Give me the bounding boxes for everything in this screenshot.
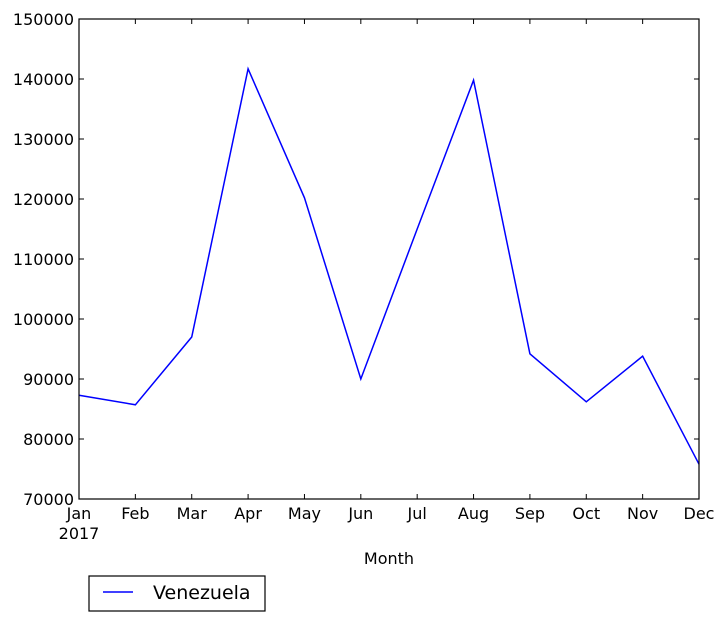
x-tick-label-feb: Feb xyxy=(121,504,149,523)
x-tick-label-may: May xyxy=(288,504,321,523)
x-tick-label-apr: Apr xyxy=(234,504,262,523)
x-tick-label-nov: Nov xyxy=(627,504,658,523)
y-tick-label: 110000 xyxy=(13,250,74,269)
x-axis-year-label: 2017 xyxy=(59,524,100,543)
x-tick-label-sep: Sep xyxy=(515,504,545,523)
y-tick-label: 80000 xyxy=(23,430,74,449)
y-tick-label: 100000 xyxy=(13,310,74,329)
x-tick-label-oct: Oct xyxy=(572,504,600,523)
x-tick-label-aug: Aug xyxy=(458,504,489,523)
legend: Venezuela xyxy=(88,575,266,612)
legend-label-venezuela: Venezuela xyxy=(153,582,251,604)
y-tick-label: 140000 xyxy=(13,70,74,89)
axes-frame xyxy=(78,18,700,500)
x-tick-label-jan: Jan xyxy=(66,504,92,523)
x-tick-label-jul: Jul xyxy=(407,504,427,523)
x-tick-label-dec: Dec xyxy=(684,504,715,523)
y-tick-label: 120000 xyxy=(13,190,74,209)
x-tick-label-mar: Mar xyxy=(177,504,208,523)
series-line-venezuela xyxy=(78,66,700,465)
x-axis: Jan Feb Mar Apr May Jun Jul Aug Sep Oct Nov Dec xyxy=(66,19,715,523)
y-tick-label: 130000 xyxy=(13,130,74,149)
y-tick-label: 150000 xyxy=(13,10,74,29)
x-axis-title: Month xyxy=(364,549,414,568)
y-axis: 7000080000900001000001100001200001300001… xyxy=(13,10,699,509)
line-chart: 7000080000900001000001100001200001300001… xyxy=(13,10,715,612)
series-layer xyxy=(78,66,700,465)
x-tick-label-jun: Jun xyxy=(347,504,373,523)
y-tick-label: 90000 xyxy=(23,370,74,389)
